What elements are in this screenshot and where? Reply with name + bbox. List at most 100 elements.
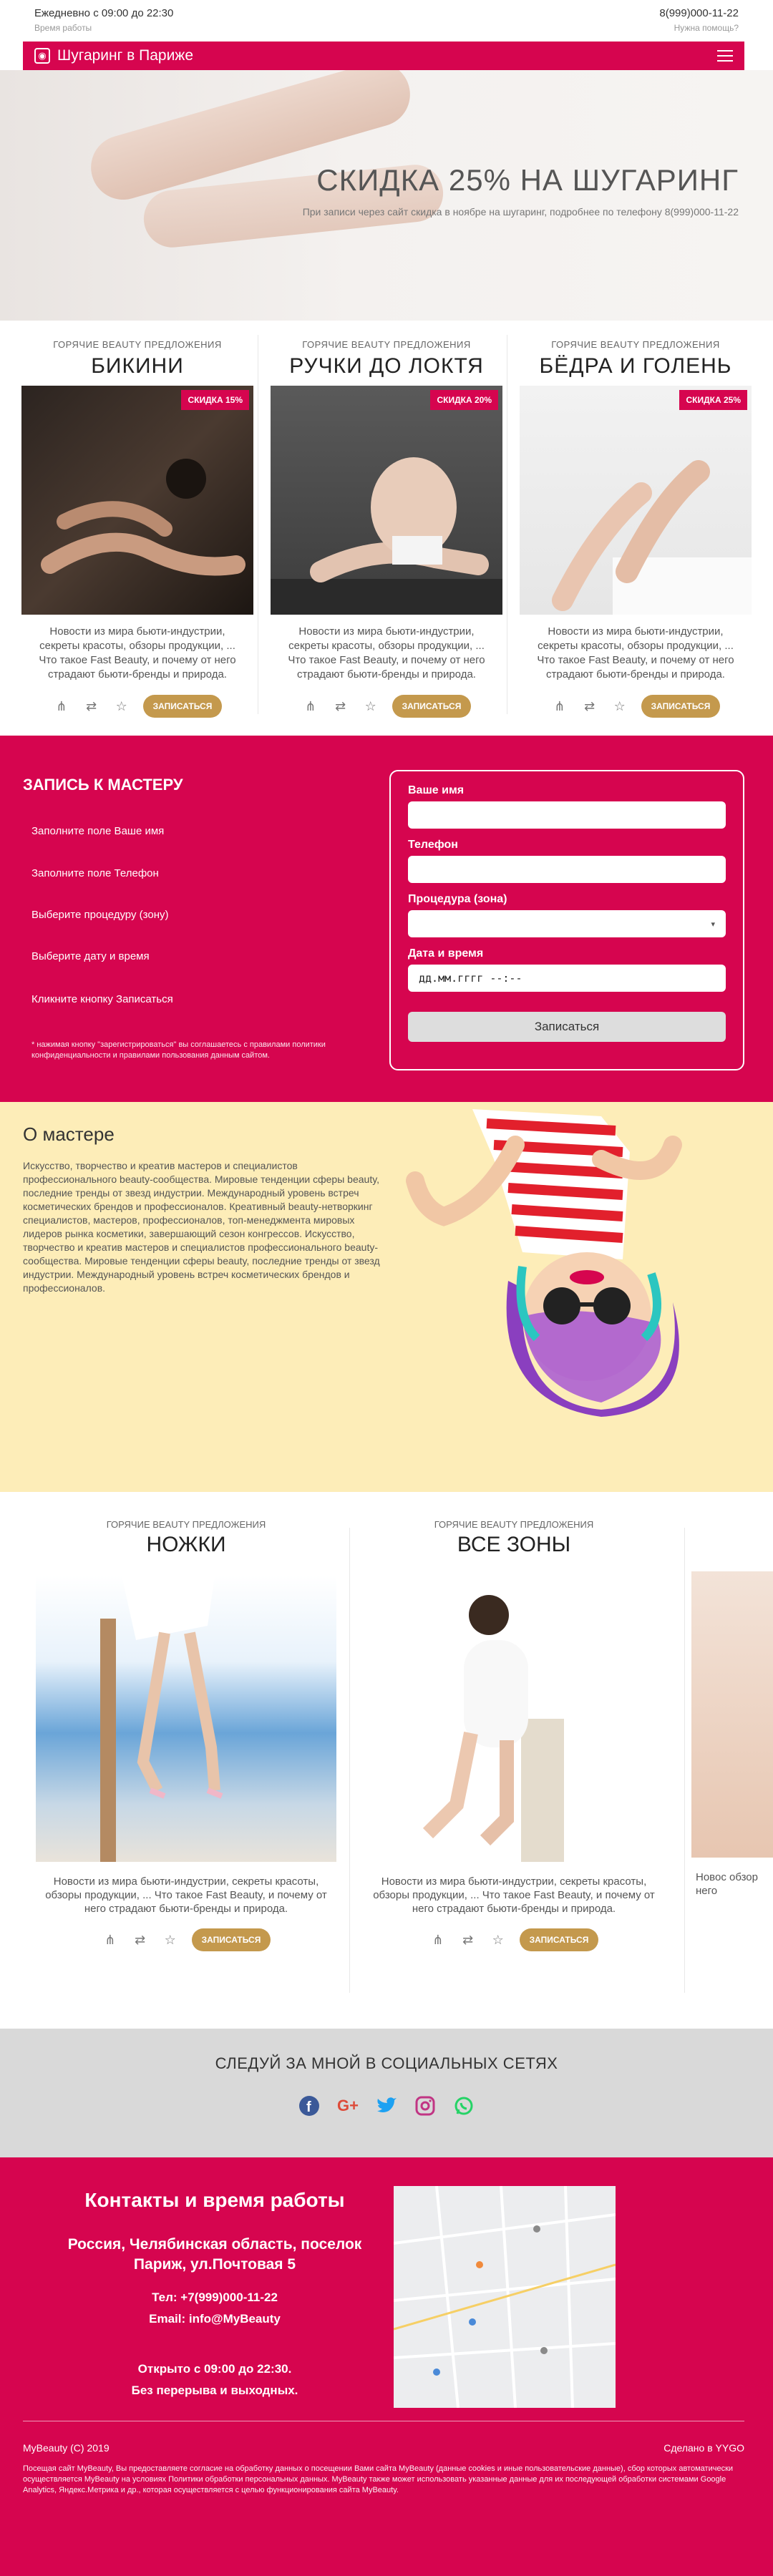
- offer-card: ГОРЯЧИЕ BEAUTY ПРЕДЛОЖЕНИЯ БИКИНИ СКИДКА…: [16, 321, 259, 736]
- star-icon[interactable]: ☆: [362, 698, 379, 715]
- discount-badge: СКИДКА 25%: [679, 390, 747, 410]
- book-button[interactable]: ЗАПИСАТЬСЯ: [142, 695, 223, 718]
- twitter-icon[interactable]: [375, 2094, 398, 2117]
- facebook-icon[interactable]: f: [298, 2094, 321, 2117]
- discount-badge: СКИДКА 15%: [181, 390, 249, 410]
- chevron-down-icon: ▾: [711, 919, 715, 929]
- submit-button[interactable]: Записаться: [408, 1012, 726, 1042]
- booking-step: Кликните кнопку Записаться: [31, 993, 173, 1005]
- offer-image: СКИДКА 15%: [21, 386, 253, 615]
- book-button[interactable]: ЗАПИСАТЬСЯ: [641, 695, 721, 718]
- privacy-note: * нажимая кнопку "зарегистрироваться" вы…: [31, 1040, 326, 1060]
- offers-section-2: ГОРЯЧИЕ BEAUTY ПРЕДЛОЖЕНИЯ НОЖКИ Новости…: [0, 1492, 773, 2029]
- offer-photo: [100, 1576, 223, 1862]
- master-illustration: [406, 1109, 682, 1417]
- contacts-email[interactable]: Email: info@MyBeauty: [43, 2312, 386, 2326]
- offer-kicker: ГОРЯЧИЕ BEAUTY ПРЕДЛОЖЕНИЯ: [551, 339, 720, 350]
- hamburger-menu-icon[interactable]: [717, 50, 733, 62]
- hero-subtitle: При записи через сайт скидка в ноябре на…: [302, 206, 739, 218]
- column-divider: [349, 1528, 350, 1993]
- contacts-open: Открыто с 09:00 до 22:30.: [137, 2362, 292, 2376]
- offer-image: [691, 1571, 773, 1858]
- offer-description: Новости из мира бьюти-индустрии, секреты…: [288, 625, 485, 680]
- star-icon[interactable]: ☆: [490, 1931, 507, 1948]
- booking-step: Заполните поле Телефон: [31, 867, 159, 879]
- offer-image: СКИДКА 20%: [271, 386, 502, 615]
- google-plus-icon[interactable]: G+: [336, 2094, 359, 2117]
- share-icon[interactable]: ⋔: [53, 698, 70, 715]
- contacts-section: Контакты и время работы Россия, Челябинс…: [0, 2157, 773, 2576]
- offer-title: РУЧКИ ДО ЛОКТЯ: [289, 354, 484, 378]
- offer-description: Новости из мира бьюти-индустрии, секреты…: [373, 1875, 655, 1915]
- share-icon[interactable]: ⋔: [551, 698, 568, 715]
- repost-icon[interactable]: ⇄: [132, 1931, 149, 1948]
- offer-image: [364, 1576, 664, 1862]
- help-link[interactable]: Нужна помощь?: [674, 23, 739, 33]
- book-button[interactable]: ЗАПИСАТЬСЯ: [392, 695, 472, 718]
- datetime-input[interactable]: дд.мм.гггг --:--: [408, 965, 726, 992]
- brand-name[interactable]: Шугаринг в Париже: [57, 47, 193, 64]
- repost-icon[interactable]: ⇄: [581, 698, 598, 715]
- share-icon[interactable]: ⋔: [302, 698, 319, 715]
- book-button[interactable]: ЗАПИСАТЬСЯ: [191, 1928, 271, 1951]
- offer-title: БЁДРА И ГОЛЕНЬ: [539, 354, 732, 378]
- about-section: О мастере Искусство, творчество и креати…: [0, 1102, 773, 1492]
- book-button[interactable]: ЗАПИСАТЬСЯ: [519, 1928, 599, 1951]
- offer-title: ВСЕ ЗОНЫ: [457, 1533, 571, 1556]
- offer-card: ГОРЯЧИЕ BEAUTY ПРЕДЛОЖЕНИЯ НОЖКИ Новости…: [29, 1492, 344, 2029]
- repost-icon[interactable]: ⇄: [460, 1931, 477, 1948]
- offer-image: [36, 1576, 336, 1862]
- share-icon[interactable]: ⋔: [429, 1931, 447, 1948]
- social-title: СЛЕДУЙ ЗА МНОЙ В СОЦИАЛЬНЫХ СЕТЯХ: [215, 2054, 558, 2072]
- procedure-select[interactable]: ▾: [408, 910, 726, 937]
- datetime-label: Дата и время: [408, 947, 484, 960]
- svg-text:f: f: [306, 2099, 311, 2115]
- contacts-nobreak: Без перерыва и выходных.: [131, 2384, 298, 2397]
- contacts-title: Контакты и время работы: [84, 2189, 345, 2211]
- whatsapp-icon[interactable]: [452, 2094, 475, 2117]
- procedure-label: Процедура (зона): [408, 893, 507, 905]
- social-section: СЛЕДУЙ ЗА МНОЙ В СОЦИАЛЬНЫХ СЕТЯХ f G+: [0, 2029, 773, 2157]
- offer-card: ГОРЯЧИЕ BEAUTY ПРЕДЛОЖЕНИЯ ВСЕ ЗОНЫ Ново…: [356, 1492, 671, 2029]
- offer-description: Новости из мира бьюти-индустрии, секреты…: [45, 1875, 327, 1915]
- map-widget[interactable]: [394, 2186, 616, 2408]
- star-icon[interactable]: ☆: [113, 698, 130, 715]
- instagram-icon[interactable]: [414, 2094, 437, 2117]
- name-input[interactable]: [408, 801, 726, 829]
- contacts-phone[interactable]: Тел: +7(999)000-11-22: [43, 2290, 386, 2305]
- repost-icon[interactable]: ⇄: [332, 698, 349, 715]
- offer-photo: [271, 457, 502, 615]
- offer-kicker: ГОРЯЧИЕ BEAUTY ПРЕДЛОЖЕНИЯ: [302, 339, 471, 350]
- top-phone[interactable]: 8(999)000-11-22: [659, 7, 739, 19]
- navbar: ◉ Шугаринг в Париже: [23, 42, 744, 70]
- offer-description: Новос обзор него: [696, 1871, 758, 1897]
- booking-step: Выберите процедуру (зону): [31, 909, 169, 921]
- booking-section: ЗАПИСЬ К МАСТЕРУ Заполните поле Ваше имя…: [0, 736, 773, 1102]
- offer-description: Новости из мира бьюти-индустрии, секреты…: [39, 625, 236, 680]
- offer-title: БИКИНИ: [91, 354, 184, 378]
- hero-banner: СКИДКА 25% НА ШУГАРИНГ При записи через …: [0, 70, 773, 321]
- name-label: Ваше имя: [408, 784, 465, 796]
- discount-badge: СКИДКА 20%: [430, 390, 498, 410]
- phone-input[interactable]: [408, 856, 726, 883]
- working-hours-label: Время работы: [34, 23, 92, 33]
- about-title: О мастере: [23, 1123, 115, 1145]
- star-icon[interactable]: ☆: [162, 1931, 179, 1948]
- offer-card-partial: Новос обзор него: [691, 1492, 773, 2029]
- phone-label: Телефон: [408, 839, 458, 851]
- copyright: MyBeauty (C) 2019: [23, 2442, 110, 2454]
- legal-text: Посещая сайт MyBeauty, Вы предоставляете…: [23, 2464, 734, 2494]
- top-bar: Ежедневно с 09:00 до 22:30 Время работы …: [0, 0, 773, 42]
- booking-title: ЗАПИСЬ К МАСТЕРУ: [23, 776, 183, 794]
- offer-card: ГОРЯЧИЕ BEAUTY ПРЕДЛОЖЕНИЯ РУЧКИ ДО ЛОКТ…: [265, 321, 508, 736]
- offer-kicker: ГОРЯЧИЕ BEAUTY ПРЕДЛОЖЕНИЯ: [53, 339, 222, 350]
- offer-image: СКИДКА 25%: [520, 386, 752, 615]
- repost-icon[interactable]: ⇄: [83, 698, 100, 715]
- share-icon[interactable]: ⋔: [102, 1931, 119, 1948]
- logo-icon[interactable]: ◉: [34, 48, 50, 64]
- star-icon[interactable]: ☆: [611, 698, 628, 715]
- offer-photo: [552, 460, 752, 615]
- booking-form: Ваше имя Телефон Процедура (зона) ▾ Дата…: [389, 770, 744, 1070]
- offer-kicker: ГОРЯЧИЕ BEAUTY ПРЕДЛОЖЕНИЯ: [434, 1519, 594, 1530]
- made-by-link[interactable]: Сделано в YYGO: [663, 2442, 744, 2454]
